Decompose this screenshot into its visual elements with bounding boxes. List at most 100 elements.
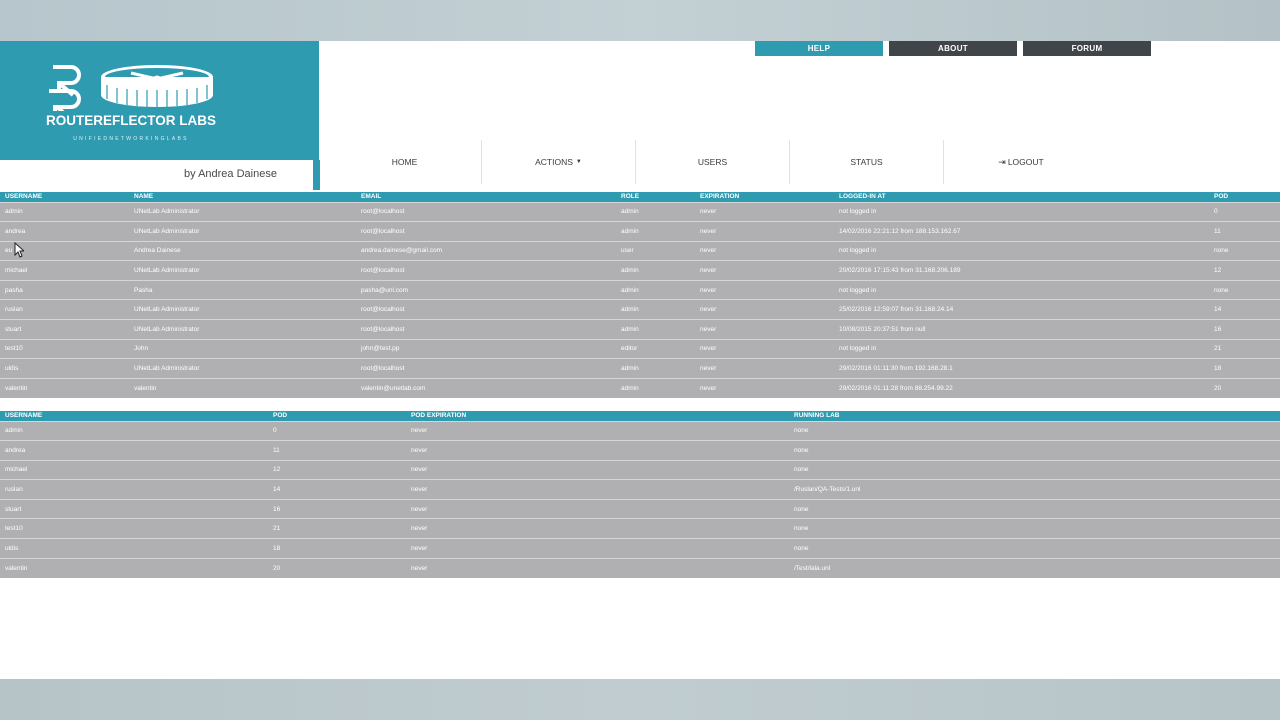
table-cell: never xyxy=(695,240,834,261)
byline-text: by Andrea Dainese xyxy=(184,168,277,180)
col-expiration[interactable]: EXPIRATION xyxy=(695,192,834,202)
table-cell: never xyxy=(695,260,834,281)
user-row[interactable]: uldis UNetLab Administrator root@localhost… xyxy=(0,358,1280,379)
user-row[interactable]: test10 John john@test.pp editor never not log… xyxy=(0,338,1280,359)
user-row[interactable]: michael UNetLab Administrator root@localho… xyxy=(0,260,1280,281)
table-cell: 12 xyxy=(1209,260,1280,281)
pod-row[interactable]: stuart 16 never none xyxy=(0,498,1280,519)
user-row[interactable]: admin UNetLab Administrator root@localhost… xyxy=(0,201,1280,222)
table-cell: 29/02/2016 01:11:30 from 192.168.28.1 xyxy=(834,358,1209,379)
col-email[interactable]: EMAIL xyxy=(356,192,616,202)
nav-logout-label: LOGOUT xyxy=(1007,157,1044,167)
table-cell: never xyxy=(695,279,834,300)
table-cell: none xyxy=(789,440,1280,461)
pod-row[interactable]: uldis 18 never none xyxy=(0,538,1280,559)
table-cell: pasha@unl.com xyxy=(356,279,616,300)
table-cell: never xyxy=(406,557,789,578)
users-table: USERNAME NAME EMAIL ROLE EXPIRATION LOGG… xyxy=(0,192,1280,398)
table-cell: Pasha xyxy=(129,279,356,300)
table-cell: admin xyxy=(616,221,695,242)
nav-logout[interactable]: ⇥ LOGOUT xyxy=(944,140,1098,184)
nav-status-label: STATUS xyxy=(850,157,883,167)
table-cell: 20/02/2016 17:15:43 from 31.168.206.189 xyxy=(834,260,1209,281)
help-button[interactable]: HELP xyxy=(755,41,883,56)
caret-down-icon: ▼ xyxy=(575,159,582,165)
logo-panel[interactable]: ROUTEREFLECTOR LABS UNIFIEDNETWORKINGLAB… xyxy=(0,41,319,160)
table-cell: never xyxy=(406,538,789,559)
user-row[interactable]: valentin valentin valentin@unetlab.com admi… xyxy=(0,377,1280,398)
table-cell: never xyxy=(695,338,834,359)
table-cell: valentin@unetlab.com xyxy=(356,377,616,398)
table-cell: ruslan xyxy=(0,479,268,500)
col-username[interactable]: USERNAME xyxy=(0,192,129,202)
table-cell: none xyxy=(789,498,1280,519)
nav-underline-gap xyxy=(328,184,1280,191)
table-cell: UNetLab Administrator xyxy=(129,319,356,340)
user-row[interactable]: ruslan UNetLab Administrator root@localhos… xyxy=(0,299,1280,320)
table-cell: 21 xyxy=(268,518,406,539)
col-pod[interactable]: POD xyxy=(1209,192,1280,202)
pod-row[interactable]: test10 21 never none xyxy=(0,518,1280,539)
pod-row[interactable]: andrea 11 never none xyxy=(0,440,1280,461)
table-cell: never xyxy=(695,377,834,398)
table-cell: 14 xyxy=(1209,299,1280,320)
table-cell: stuart xyxy=(0,498,268,519)
table-cell: root@localhost xyxy=(356,201,616,222)
pod-row[interactable]: michael 12 never none xyxy=(0,459,1280,480)
nav-status[interactable]: STATUS xyxy=(790,140,944,184)
about-button[interactable]: ABOUT xyxy=(889,41,1017,56)
bottom-background-band xyxy=(0,679,1280,720)
table-cell: test10 xyxy=(0,338,129,359)
table-cell: UNetLab Administrator xyxy=(129,358,356,379)
table-cell: never xyxy=(406,440,789,461)
user-row[interactable]: pasha Pasha pasha@unl.com admin never not log… xyxy=(0,279,1280,300)
table-cell: admin xyxy=(616,358,695,379)
table-cell: UNetLab Administrator xyxy=(129,299,356,320)
pod-row[interactable]: ruslan 14 never/Ruslan/QA-Tests/1.unl xyxy=(0,479,1280,500)
col-running-lab[interactable]: RUNNING LAB xyxy=(789,411,1280,421)
table-cell: 14/02/2016 22:21:12 from 188.153.162.67 xyxy=(834,221,1209,242)
table-cell: /Test/lala.unl xyxy=(789,557,1280,578)
table-cell: admin xyxy=(616,377,695,398)
col-logged-in-at[interactable]: LOGGED-IN AT xyxy=(834,192,1209,202)
table-cell: none xyxy=(789,459,1280,480)
table-cell: 16 xyxy=(1209,319,1280,340)
nav-home[interactable]: HOME xyxy=(328,140,482,184)
table-cell: never xyxy=(695,221,834,242)
col-pod-expiration[interactable]: POD EXPIRATION xyxy=(406,411,789,421)
table-cell: ruslan xyxy=(0,299,129,320)
table-cell: uldis xyxy=(0,358,129,379)
table-cell: never xyxy=(406,479,789,500)
table-cell: /Ruslan/QA-Tests/1.unl xyxy=(789,479,1280,500)
table-cell: none xyxy=(1209,240,1280,261)
table-cell: admin xyxy=(616,260,695,281)
col-pod-username[interactable]: USERNAME xyxy=(0,411,268,421)
col-name[interactable]: NAME xyxy=(129,192,356,202)
nav-actions-dropdown[interactable]: ACTIONS ▼ xyxy=(482,140,636,184)
table-cell: 16 xyxy=(268,498,406,519)
table-cell: not logged in xyxy=(834,240,1209,261)
forum-button[interactable]: FORUM xyxy=(1023,41,1151,56)
nav-users[interactable]: USERS xyxy=(636,140,790,184)
col-pod-number[interactable]: POD xyxy=(268,411,406,421)
pod-row[interactable]: admin 0 never none xyxy=(0,420,1280,441)
table-cell: none xyxy=(789,518,1280,539)
user-row[interactable]: stuart UNetLab Administrator root@localhos… xyxy=(0,319,1280,340)
table-cell: UNetLab Administrator xyxy=(129,221,356,242)
table-cell: never xyxy=(695,319,834,340)
table-cell: not logged in xyxy=(834,201,1209,222)
table-cell: root@localhost xyxy=(356,358,616,379)
table-cell: none xyxy=(789,420,1280,441)
table-cell: test10 xyxy=(0,518,268,539)
nav-actions-label: ACTIONS xyxy=(535,157,573,167)
user-row[interactable]: andrea UNetLab Administrator root@localhos… xyxy=(0,221,1280,242)
byline-panel: by Andrea Dainese xyxy=(0,160,320,190)
table-cell: UNetLab Administrator xyxy=(129,201,356,222)
col-role[interactable]: ROLE xyxy=(616,192,695,202)
user-row[interactable]: eu Andrea Dainese andrea.dainese@gmail.com… xyxy=(0,240,1280,261)
table-cell: admin xyxy=(0,420,268,441)
table-cell: valentin xyxy=(0,377,129,398)
table-cell: andrea xyxy=(0,440,268,461)
routereflector-logo-icon: ROUTEREFLECTOR LABS UNIFIEDNETWORKINGLAB… xyxy=(46,65,216,142)
pod-row[interactable]: valentin 20 never/Test/lala.unl xyxy=(0,557,1280,578)
